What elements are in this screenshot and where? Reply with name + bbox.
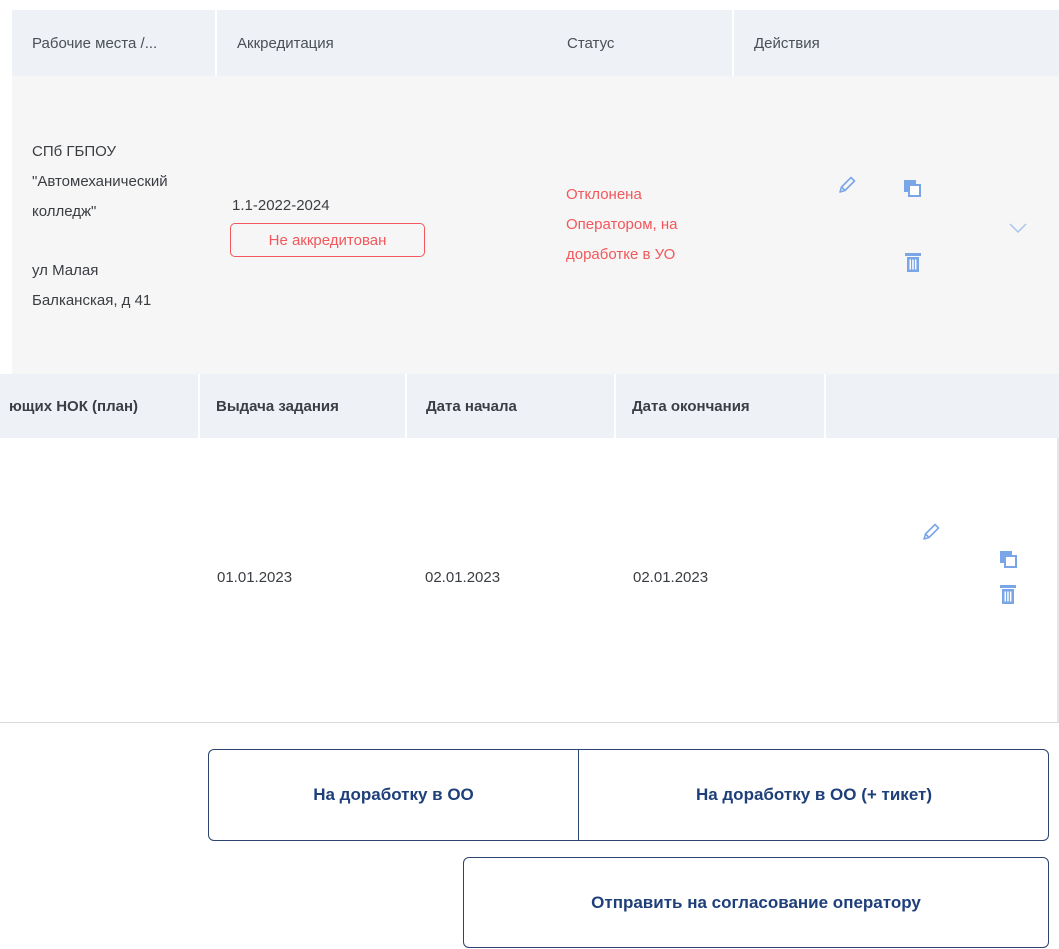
accreditation-badge: Не аккредитован [230,223,425,257]
org-name-line1: СПб ГБПОУ [32,143,116,160]
column-divider [405,374,407,438]
end-date: 02.01.2023 [633,569,709,586]
chevron-down-icon[interactable] [1006,218,1030,238]
col-header-workplaces[interactable]: Рабочие места /... [12,10,216,76]
divider [0,722,1059,723]
col-header-accreditation[interactable]: Аккредитация [217,10,517,76]
status-line2: Оператором, на [566,216,678,233]
send-to-operator-button[interactable]: Отправить на согласование оператору [463,857,1049,948]
address-line2: Балканская, д 41 [32,292,152,309]
col-header-status[interactable]: Статус [547,10,727,76]
pencil-icon[interactable] [918,519,944,545]
bottom-table-header: ющих НОК (план) Выдача задания Дата нача… [0,374,1059,438]
column-divider [824,374,826,438]
col-header-start-date[interactable]: Дата начала [426,374,606,438]
trash-icon[interactable] [901,250,925,276]
org-name-line3: колледж" [32,203,97,220]
rework-oo-button[interactable]: На доработку в ОО [209,750,578,840]
column-divider [614,374,616,438]
copy-icon[interactable] [996,547,1020,571]
pencil-icon[interactable] [834,172,860,198]
top-table-header: Рабочие места /... Аккредитация Статус Д… [12,10,1059,76]
start-date: 02.01.2023 [425,569,501,586]
address-line1: ул Малая [32,262,99,279]
org-name-line2: "Автомеханический [32,173,168,190]
accreditation-code: 1.1-2022-2024 [232,197,330,214]
column-divider [198,374,200,438]
copy-icon[interactable] [900,176,924,200]
col-header-task-issue[interactable]: Выдача задания [216,374,396,438]
status-line1: Отклонена [566,186,642,203]
trash-icon[interactable] [996,582,1020,608]
rework-oo-ticket-button[interactable]: На доработку в ОО (+ тикет) [579,750,1049,840]
table-row[interactable]: СПб ГБПОУ "Автомеханический колледж" ул … [12,76,1059,374]
table-row[interactable]: 01.01.2023 02.01.2023 02.01.2023 [0,438,1059,723]
col-header-end-date[interactable]: Дата окончания [632,374,822,438]
rework-button-group: На доработку в ОО На доработку в ОО (+ т… [208,749,1049,841]
status-line3: доработке в УО [566,246,676,263]
col-header-actions: Действия [754,34,820,52]
task-issue-date: 01.01.2023 [217,569,293,586]
col-header-nok-plan[interactable]: ющих НОК (план) [9,374,197,438]
